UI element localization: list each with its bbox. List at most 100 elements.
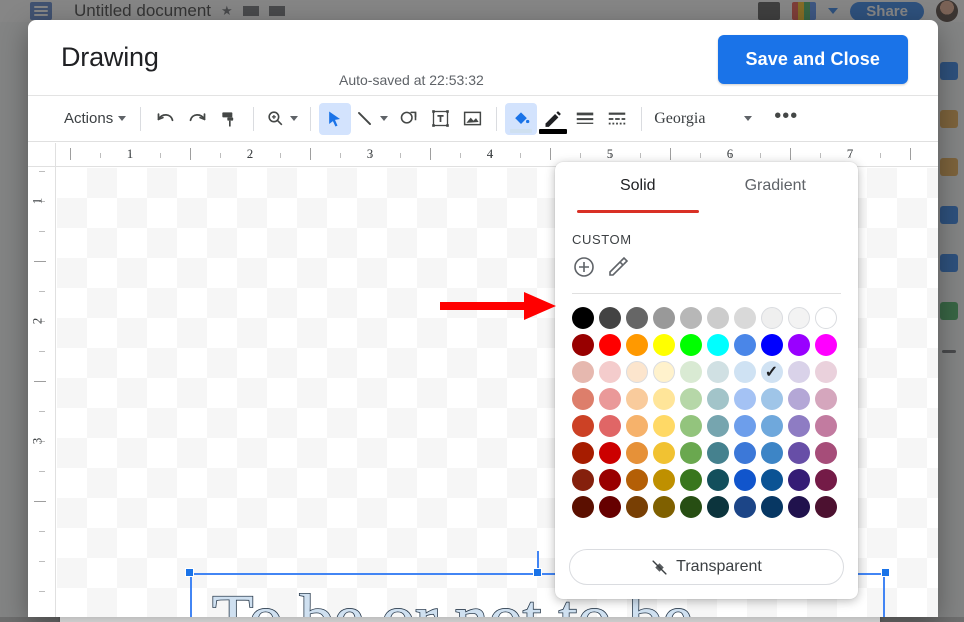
border-weight-tool[interactable] xyxy=(569,103,601,135)
color-swatch[interactable] xyxy=(650,412,677,439)
actions-menu-button[interactable]: Actions xyxy=(58,103,132,135)
paint-format-button[interactable] xyxy=(213,103,245,135)
more-options-button[interactable]: ••• xyxy=(770,103,802,135)
color-swatch[interactable] xyxy=(623,331,650,358)
color-swatch[interactable] xyxy=(785,304,812,331)
color-swatch[interactable] xyxy=(569,439,596,466)
color-swatch[interactable] xyxy=(704,385,731,412)
color-swatch[interactable] xyxy=(623,358,650,385)
color-swatch[interactable] xyxy=(785,466,812,493)
text-box-tool[interactable] xyxy=(424,103,456,135)
color-swatch[interactable] xyxy=(785,493,812,520)
color-swatch[interactable] xyxy=(812,466,839,493)
color-swatch[interactable] xyxy=(731,331,758,358)
color-swatch[interactable] xyxy=(677,385,704,412)
border-color-tool[interactable] xyxy=(537,103,569,135)
color-swatch[interactable] xyxy=(650,466,677,493)
color-swatch[interactable] xyxy=(650,304,677,331)
color-swatch[interactable] xyxy=(569,358,596,385)
transparent-button[interactable]: Transparent xyxy=(569,549,844,585)
color-swatch[interactable] xyxy=(785,385,812,412)
color-swatch[interactable] xyxy=(704,358,731,385)
image-tool[interactable] xyxy=(456,103,488,135)
color-swatch[interactable] xyxy=(704,466,731,493)
tab-gradient[interactable]: Gradient xyxy=(707,162,845,210)
color-swatch[interactable] xyxy=(704,439,731,466)
color-swatch[interactable] xyxy=(596,466,623,493)
color-swatch[interactable] xyxy=(677,331,704,358)
color-swatch[interactable] xyxy=(812,385,839,412)
color-swatch[interactable] xyxy=(569,304,596,331)
color-swatch[interactable] xyxy=(704,412,731,439)
color-swatch[interactable] xyxy=(569,385,596,412)
fill-color-tool[interactable] xyxy=(505,103,537,135)
color-swatch[interactable] xyxy=(704,331,731,358)
color-swatch[interactable] xyxy=(758,493,785,520)
color-swatch[interactable] xyxy=(677,304,704,331)
color-swatch[interactable] xyxy=(731,304,758,331)
color-swatch[interactable] xyxy=(569,466,596,493)
color-swatch[interactable] xyxy=(731,358,758,385)
resize-handle-ne[interactable] xyxy=(881,568,890,577)
color-swatch[interactable] xyxy=(677,358,704,385)
color-swatch[interactable] xyxy=(812,439,839,466)
color-swatch[interactable] xyxy=(623,412,650,439)
color-swatch[interactable] xyxy=(596,493,623,520)
color-swatch[interactable] xyxy=(596,412,623,439)
color-swatch[interactable] xyxy=(623,493,650,520)
color-swatch[interactable] xyxy=(677,439,704,466)
add-custom-color-icon[interactable] xyxy=(572,255,596,279)
color-swatch[interactable] xyxy=(623,466,650,493)
color-swatch[interactable] xyxy=(650,358,677,385)
shape-tool[interactable] xyxy=(392,103,424,135)
color-swatch[interactable] xyxy=(785,412,812,439)
font-family-selector[interactable]: Georgia xyxy=(654,110,752,128)
color-swatch[interactable] xyxy=(731,493,758,520)
color-swatch[interactable] xyxy=(569,493,596,520)
color-swatch[interactable] xyxy=(704,304,731,331)
color-swatch[interactable] xyxy=(758,304,785,331)
color-swatch[interactable] xyxy=(677,466,704,493)
color-swatch[interactable] xyxy=(596,358,623,385)
color-swatch[interactable]: ✓ xyxy=(758,358,785,385)
color-swatch[interactable] xyxy=(731,466,758,493)
vertical-ruler[interactable]: 123 xyxy=(28,167,56,617)
color-swatch[interactable] xyxy=(758,439,785,466)
color-swatch[interactable] xyxy=(650,493,677,520)
undo-button[interactable] xyxy=(149,103,181,135)
color-swatch[interactable] xyxy=(812,412,839,439)
color-swatch[interactable] xyxy=(569,412,596,439)
zoom-button[interactable] xyxy=(262,103,302,135)
color-swatch[interactable] xyxy=(596,439,623,466)
color-swatch[interactable] xyxy=(758,331,785,358)
color-swatch[interactable] xyxy=(731,439,758,466)
color-swatch[interactable] xyxy=(758,385,785,412)
tab-solid[interactable]: Solid xyxy=(569,162,707,210)
color-swatch[interactable] xyxy=(677,493,704,520)
color-swatch[interactable] xyxy=(623,439,650,466)
color-swatch[interactable] xyxy=(731,412,758,439)
resize-handle-n[interactable] xyxy=(533,568,542,577)
line-tool[interactable] xyxy=(351,103,392,135)
redo-button[interactable] xyxy=(181,103,213,135)
color-swatch[interactable] xyxy=(812,304,839,331)
color-swatch[interactable] xyxy=(785,358,812,385)
color-swatch[interactable] xyxy=(623,304,650,331)
color-swatch[interactable] xyxy=(650,385,677,412)
save-and-close-button[interactable]: Save and Close xyxy=(718,35,908,84)
color-swatch[interactable] xyxy=(650,439,677,466)
color-swatch[interactable] xyxy=(596,385,623,412)
color-swatch[interactable] xyxy=(650,331,677,358)
color-swatch[interactable] xyxy=(596,331,623,358)
color-swatch[interactable] xyxy=(677,412,704,439)
color-swatch[interactable] xyxy=(812,331,839,358)
color-swatch[interactable] xyxy=(785,331,812,358)
color-swatch[interactable] xyxy=(623,385,650,412)
border-dash-tool[interactable] xyxy=(601,103,633,135)
resize-handle-nw[interactable] xyxy=(185,568,194,577)
color-swatch[interactable] xyxy=(596,304,623,331)
color-swatch[interactable] xyxy=(731,385,758,412)
color-swatch[interactable] xyxy=(812,358,839,385)
color-swatch[interactable] xyxy=(758,466,785,493)
color-swatch[interactable] xyxy=(569,331,596,358)
